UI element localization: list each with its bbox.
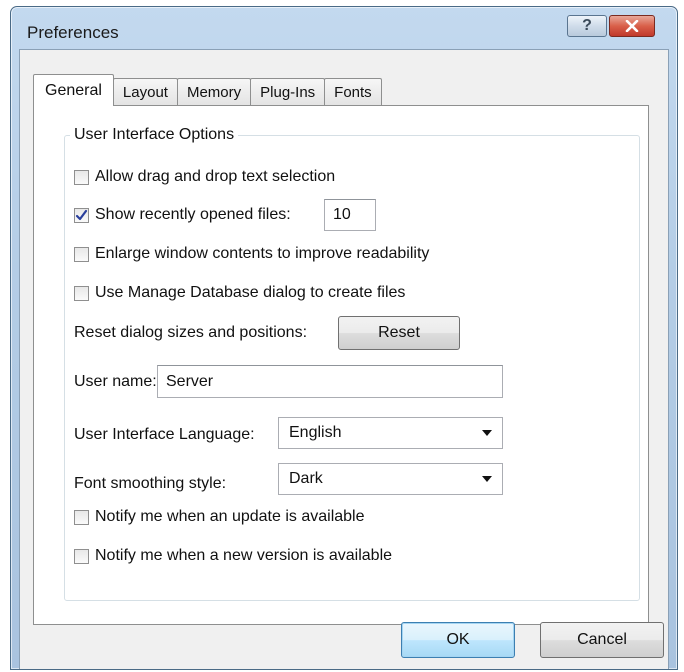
chevron-down-icon bbox=[482, 430, 492, 436]
recent-files-count-input[interactable]: 10 bbox=[324, 199, 376, 231]
dialog-client-area: General Layout Memory Plug-Ins Fonts Use… bbox=[19, 49, 669, 669]
allow-drag-drop-checkbox[interactable] bbox=[74, 169, 89, 185]
checkmark-icon bbox=[75, 209, 88, 220]
close-button[interactable] bbox=[609, 15, 655, 37]
tab-strip: General Layout Memory Plug-Ins Fonts bbox=[33, 74, 382, 106]
show-recent-files-checkbox[interactable] bbox=[74, 207, 89, 223]
font-smoothing-value: Dark bbox=[289, 470, 323, 487]
group-label: User Interface Options bbox=[70, 126, 239, 144]
notify-version-option[interactable]: Notify me when a new version is availabl… bbox=[74, 547, 392, 565]
tab-memory[interactable]: Memory bbox=[176, 78, 252, 106]
manage-database-option[interactable]: Use Manage Database dialog to create fil… bbox=[74, 284, 405, 302]
font-smoothing-label: Font smoothing style: bbox=[74, 475, 227, 492]
enlarge-window-label: Enlarge window contents to improve reada… bbox=[95, 245, 430, 262]
chevron-down-icon bbox=[482, 476, 492, 482]
window-title: Preferences bbox=[27, 23, 119, 42]
help-icon: ? bbox=[582, 17, 592, 34]
ui-language-value: English bbox=[289, 424, 342, 441]
allow-drag-drop-option[interactable]: Allow drag and drop text selection bbox=[74, 168, 335, 186]
ok-button[interactable]: OK bbox=[401, 622, 515, 658]
notify-update-label: Notify me when an update is available bbox=[95, 508, 365, 525]
reset-dialog-sizes-label: Reset dialog sizes and positions: bbox=[74, 324, 308, 341]
font-smoothing-select[interactable]: Dark bbox=[278, 463, 503, 495]
enlarge-window-option[interactable]: Enlarge window contents to improve reada… bbox=[74, 245, 429, 263]
notify-version-checkbox[interactable] bbox=[74, 548, 89, 564]
tab-plug-ins[interactable]: Plug-Ins bbox=[250, 78, 326, 106]
tab-general[interactable]: General bbox=[33, 74, 114, 106]
enlarge-window-checkbox[interactable] bbox=[74, 246, 89, 262]
preferences-window: Preferences ? General Layout Memory Plug… bbox=[10, 6, 678, 670]
ui-language-select[interactable]: English bbox=[278, 417, 503, 449]
manage-database-label: Use Manage Database dialog to create fil… bbox=[95, 284, 406, 301]
manage-database-checkbox[interactable] bbox=[74, 285, 89, 301]
close-icon bbox=[625, 20, 639, 32]
title-bar[interactable]: Preferences ? bbox=[11, 7, 677, 49]
ui-language-label: User Interface Language: bbox=[74, 426, 255, 443]
notify-update-checkbox[interactable] bbox=[74, 509, 89, 525]
show-recent-files-label: Show recently opened files: bbox=[95, 206, 291, 223]
user-name-input[interactable]: Server bbox=[157, 365, 503, 398]
cancel-button[interactable]: Cancel bbox=[540, 622, 664, 658]
allow-drag-drop-label: Allow drag and drop text selection bbox=[95, 168, 336, 185]
notify-update-option[interactable]: Notify me when an update is available bbox=[74, 508, 365, 526]
tab-fonts[interactable]: Fonts bbox=[324, 78, 382, 106]
notify-version-label: Notify me when a new version is availabl… bbox=[95, 547, 393, 564]
reset-button[interactable]: Reset bbox=[338, 316, 460, 350]
general-tab-panel: User Interface Options Allow drag and dr… bbox=[33, 105, 649, 625]
tab-layout[interactable]: Layout bbox=[112, 78, 178, 106]
help-button[interactable]: ? bbox=[567, 15, 607, 37]
show-recent-files-option[interactable]: Show recently opened files: bbox=[74, 206, 291, 224]
user-name-label: User name: bbox=[74, 373, 157, 390]
